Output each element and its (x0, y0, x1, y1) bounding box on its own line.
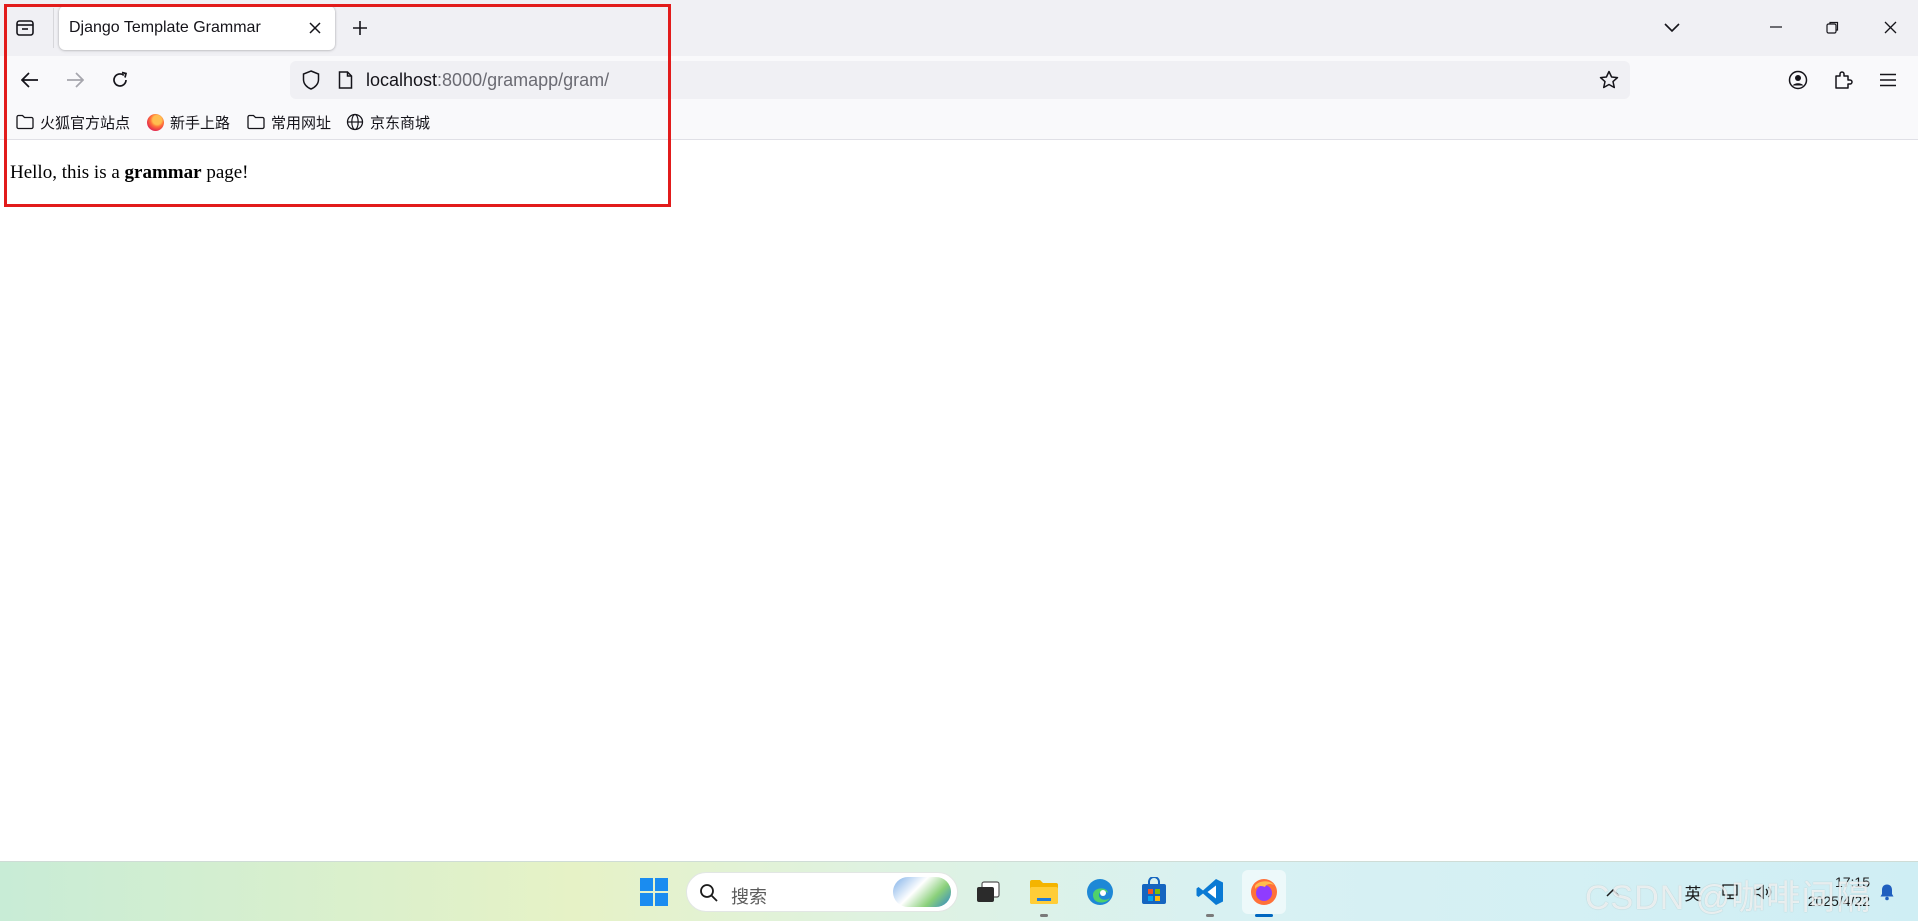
plus-icon (353, 21, 367, 35)
url-path: :8000/gramapp/gram/ (437, 70, 610, 90)
tracking-protection-button[interactable] (298, 67, 324, 93)
list-all-tabs-button[interactable] (1654, 12, 1690, 44)
edge-icon (1087, 879, 1113, 905)
firefox-taskbar-button[interactable] (1242, 870, 1286, 917)
file-explorer-button[interactable] (1022, 870, 1066, 917)
account-button[interactable] (1780, 62, 1816, 98)
bookmark-label: 新手上路 (170, 114, 231, 132)
restore-button[interactable] (1804, 0, 1860, 54)
task-view-icon (977, 881, 1000, 902)
app-menu-button[interactable] (1870, 62, 1906, 98)
active-tab[interactable]: Django Template Grammar (59, 6, 335, 50)
bookmark-item[interactable]: 火狐官方站点 (12, 109, 133, 135)
input-method-indicator[interactable]: 英 (1678, 862, 1708, 921)
new-tab-button[interactable] (344, 12, 376, 44)
notification-button[interactable] (1872, 862, 1902, 921)
taskbar: 搜索 英 17:15 2025/4/22 CSDN @咖啡间隔 (0, 861, 1918, 921)
chevron-up-icon (1606, 888, 1620, 897)
clock-time: 17:15 (1834, 874, 1870, 890)
store-icon (1142, 877, 1166, 904)
start-button[interactable] (632, 870, 676, 914)
text-after: page! (201, 162, 249, 183)
network-icon (1722, 884, 1738, 900)
bookmark-item[interactable]: 常用网址 (243, 109, 334, 135)
star-icon (1599, 70, 1619, 89)
arrow-left-icon (21, 72, 38, 88)
search-icon (697, 881, 721, 905)
minimize-icon (1770, 26, 1782, 28)
site-info-button[interactable] (332, 67, 358, 93)
tab-separator (53, 8, 54, 48)
tab-strip: Django Template Grammar (0, 0, 1918, 56)
clock-date: 2025/4/22 (1807, 893, 1870, 909)
search-highlight-image (893, 877, 951, 907)
text-before: Hello, this is a (10, 162, 125, 183)
extensions-button[interactable] (1825, 62, 1861, 98)
globe-icon (345, 112, 365, 132)
folder-icon (246, 112, 266, 132)
page-icon (338, 71, 352, 89)
firefox-icon (1251, 879, 1277, 905)
close-icon (309, 22, 321, 34)
bookmarks-toolbar: 火狐官方站点 新手上路 常用网址 京东商城 (0, 104, 1918, 140)
account-icon (1788, 70, 1808, 90)
bookmark-label: 火狐官方站点 (40, 114, 131, 132)
puzzle-icon (1835, 71, 1853, 89)
minimize-button[interactable] (1748, 0, 1804, 54)
window-close-button[interactable] (1862, 0, 1918, 54)
firefox-icon (145, 112, 165, 132)
running-indicator (1206, 914, 1214, 917)
url-text[interactable]: localhost:8000/gramapp/gram/ (366, 70, 609, 91)
hamburger-icon (1880, 73, 1896, 87)
edge-button[interactable] (1078, 870, 1122, 914)
volume-button[interactable] (1750, 862, 1776, 921)
folder-icon (15, 112, 35, 132)
arrow-right-icon (67, 72, 84, 88)
tab-title: Django Template Grammar (69, 19, 261, 36)
forward-button[interactable] (57, 62, 93, 98)
bookmark-star-button[interactable] (1596, 67, 1622, 93)
restore-icon (1825, 21, 1838, 34)
close-icon (1884, 21, 1896, 33)
search-placeholder: 搜索 (731, 887, 767, 907)
reload-button[interactable] (102, 62, 138, 98)
firefox-view-icon (16, 20, 34, 36)
chevron-down-icon (1664, 23, 1680, 33)
active-indicator (1255, 914, 1273, 917)
vscode-button[interactable] (1188, 870, 1232, 917)
speaker-icon (1754, 884, 1772, 900)
taskbar-clock[interactable]: 17:15 2025/4/22 (1788, 873, 1870, 911)
reload-icon (113, 71, 128, 87)
firefox-view-button[interactable] (8, 11, 42, 45)
bookmark-item[interactable]: 京东商城 (342, 109, 433, 135)
bell-icon (1880, 884, 1894, 901)
taskbar-search-box[interactable]: 搜索 (686, 872, 958, 912)
bookmark-item[interactable]: 新手上路 (142, 109, 233, 135)
tab-close-button[interactable] (303, 16, 327, 40)
windows-icon (640, 878, 668, 906)
text-bold: grammar (124, 162, 202, 183)
store-button[interactable] (1132, 870, 1176, 914)
back-button[interactable] (12, 62, 48, 98)
url-host: localhost (366, 70, 438, 90)
tray-overflow-button[interactable] (1598, 862, 1628, 921)
folder-icon (1030, 880, 1058, 904)
page-content: Hello, this is a grammar page! (0, 141, 1918, 861)
running-indicator (1040, 914, 1048, 917)
network-button[interactable] (1718, 862, 1744, 921)
shield-icon (302, 70, 320, 90)
ime-label: 英 (1684, 884, 1702, 904)
page-paragraph: Hello, this is a grammar page! (10, 162, 249, 184)
navigation-toolbar: localhost:8000/gramapp/gram/ (0, 56, 1918, 104)
vscode-icon (1196, 879, 1223, 905)
address-bar[interactable]: localhost:8000/gramapp/gram/ (290, 61, 1630, 99)
task-view-button[interactable] (966, 870, 1010, 914)
bookmark-label: 京东商城 (370, 114, 431, 132)
bookmark-label: 常用网址 (271, 114, 332, 132)
